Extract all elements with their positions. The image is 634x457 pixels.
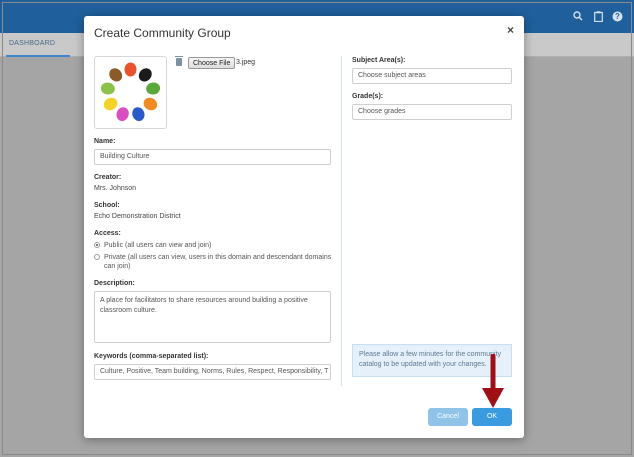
keywords-input[interactable]: Culture, Positive, Team building, Norms,… (94, 364, 331, 380)
svg-text:?: ? (615, 12, 620, 21)
column-divider (341, 56, 342, 386)
subject-areas-label: Subject Area(s): (352, 57, 406, 64)
description-textarea[interactable]: A place for facilitators to share resour… (94, 291, 331, 343)
group-avatar (94, 56, 167, 129)
dialog-title: Create Community Group (94, 26, 231, 40)
radio-public-label: Public (all users can view and join) (104, 242, 212, 249)
selected-file-name: 3.jpeg (236, 59, 256, 66)
access-private-option[interactable]: Private (all users can view, users in th… (94, 253, 334, 273)
cancel-button[interactable]: Cancel (428, 408, 468, 426)
create-community-group-dialog: Create Community Group × Choose File 3.j… (84, 16, 524, 438)
help-icon[interactable]: ? (611, 11, 623, 23)
active-tab-indicator (6, 55, 70, 57)
radio-private-label: Private (all users can view, users in th… (104, 254, 332, 270)
radio-private[interactable] (94, 254, 100, 260)
search-icon[interactable] (572, 11, 584, 23)
creator-label: Creator: (94, 174, 122, 181)
keywords-label: Keywords (comma-separated list): (94, 353, 209, 360)
name-input[interactable]: Building Culture (94, 149, 331, 165)
ok-button[interactable]: OK (472, 408, 512, 426)
colorful-hands-image (100, 62, 161, 122)
subject-areas-select[interactable]: Choose subject areas (352, 68, 512, 84)
annotation-arrow-icon (482, 354, 504, 408)
creator-value: Mrs. Johnson (94, 185, 137, 192)
choose-file-button[interactable]: Choose File (188, 57, 236, 69)
access-label: Access: (94, 230, 121, 237)
clipboard-icon[interactable] (592, 11, 604, 23)
grades-select[interactable]: Choose grades (352, 104, 512, 120)
radio-public[interactable] (94, 242, 100, 248)
school-value: Echo Demonstration District (94, 213, 181, 220)
close-icon[interactable]: × (507, 23, 514, 37)
grades-label: Grade(s): (352, 93, 384, 100)
trash-icon[interactable] (175, 56, 183, 66)
school-label: School: (94, 202, 120, 209)
name-label: Name: (94, 138, 116, 145)
description-label: Description: (94, 280, 135, 287)
tab-dashboard[interactable]: DASHBOARD (9, 40, 55, 47)
